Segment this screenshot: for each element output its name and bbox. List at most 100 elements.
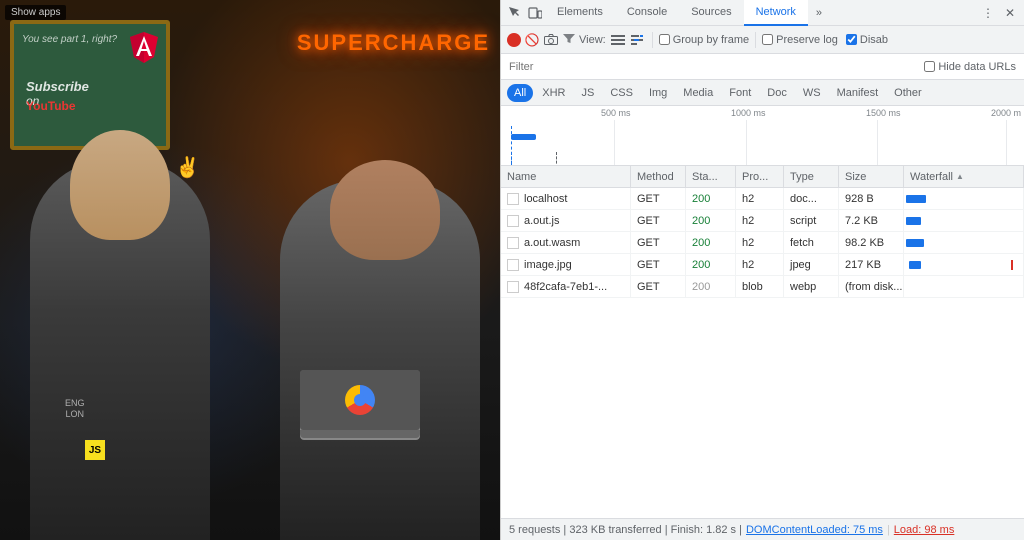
td-proto-0: h2: [736, 188, 784, 209]
type-filter-xhr[interactable]: XHR: [535, 84, 572, 102]
hide-data-urls-checkbox[interactable]: [924, 61, 935, 72]
tick-1500ms: 1500 ms: [866, 108, 901, 118]
row-checkbox-4[interactable]: [507, 281, 519, 293]
th-status[interactable]: Sta...: [686, 166, 736, 187]
table-row[interactable]: localhost GET 200 h2 doc... 928 B: [501, 188, 1024, 210]
tab-sources[interactable]: Sources: [679, 0, 743, 26]
row-checkbox-0[interactable]: [507, 193, 519, 205]
waterfall-bar-0: [906, 195, 926, 203]
close-devtools-icon[interactable]: ✕: [1000, 3, 1020, 23]
td-size-1: 7.2 KB: [839, 210, 904, 231]
td-name-1: a.out.js: [501, 210, 631, 231]
show-apps-badge[interactable]: Show apps: [5, 5, 66, 20]
table-row[interactable]: 48f2cafa-7eb1-... GET 200 blob webp (fro…: [501, 276, 1024, 298]
status-bar: 5 requests | 323 KB transferred | Finish…: [501, 518, 1024, 540]
td-method-3: GET: [631, 254, 686, 275]
list-view-button[interactable]: [610, 32, 626, 48]
group-by-frame-checkbox[interactable]: Group by frame: [659, 34, 749, 46]
td-type-3: jpeg: [784, 254, 839, 275]
th-size[interactable]: Size: [839, 166, 904, 187]
type-filter-ws[interactable]: WS: [796, 84, 828, 102]
td-status-4: 200: [686, 276, 736, 297]
row-checkbox-1[interactable]: [507, 215, 519, 227]
chalk-small-text: You see part 1, right?: [22, 34, 117, 45]
youtube-text: YouTube: [26, 99, 76, 113]
more-options-icon[interactable]: ⋮: [978, 3, 998, 23]
person-right-head: [330, 160, 440, 260]
video-content: Show apps You see part 1, right? Subscri…: [0, 0, 500, 540]
td-waterfall-3: [904, 254, 1024, 275]
dom-content-loaded-link[interactable]: DOMContentLoaded: 75 ms: [746, 524, 883, 536]
type-filter-doc[interactable]: Doc: [760, 84, 794, 102]
load-time-link[interactable]: Load: 98 ms: [894, 524, 955, 536]
type-filter-other[interactable]: Other: [887, 84, 929, 102]
waterfall-view-button[interactable]: [630, 32, 646, 48]
device-toggle-icon[interactable]: [525, 3, 545, 23]
filter-bar: Hide data URLs: [501, 54, 1024, 80]
screenshot-button[interactable]: [543, 34, 559, 46]
type-filter-media[interactable]: Media: [676, 84, 720, 102]
td-method-2: GET: [631, 232, 686, 253]
td-type-0: doc...: [784, 188, 839, 209]
type-filter-css[interactable]: CSS: [603, 84, 640, 102]
tick-2000ms: 2000 m: [991, 108, 1021, 118]
type-filter-js[interactable]: JS: [574, 84, 601, 102]
chrome-logo: [345, 385, 375, 415]
td-size-0: 928 B: [839, 188, 904, 209]
preserve-log-input[interactable]: [762, 34, 773, 45]
inspect-icon[interactable]: [505, 3, 525, 23]
video-panel: Show apps You see part 1, right? Subscri…: [0, 0, 500, 540]
timeline-bar-1: [511, 134, 536, 140]
table-row[interactable]: image.jpg GET 200 h2 jpeg 217 KB: [501, 254, 1024, 276]
table-row[interactable]: a.out.wasm GET 200 h2 fetch 98.2 KB: [501, 232, 1024, 254]
td-size-3: 217 KB: [839, 254, 904, 275]
th-proto[interactable]: Pro...: [736, 166, 784, 187]
table-row[interactable]: a.out.js GET 200 h2 script 7.2 KB: [501, 210, 1024, 232]
record-button[interactable]: [507, 33, 521, 47]
type-filter-img[interactable]: Img: [642, 84, 674, 102]
row-checkbox-3[interactable]: [507, 259, 519, 271]
disable-cache-input[interactable]: [846, 34, 857, 45]
tab-console[interactable]: Console: [615, 0, 679, 26]
timeline-dashed-1: [511, 152, 512, 166]
type-filter-all[interactable]: All: [507, 84, 533, 102]
person-left: ✌ JS ENGLON: [30, 160, 210, 540]
devtools-panel: Elements Console Sources Network » ⋮ ✕ 🚫: [500, 0, 1024, 540]
td-status-0: 200: [686, 188, 736, 209]
neon-sign: SUPERCHARGE: [297, 30, 490, 56]
td-proto-4: blob: [736, 276, 784, 297]
tab-network[interactable]: Network: [744, 0, 808, 26]
sort-arrow: ▲: [956, 172, 964, 181]
row-checkbox-2[interactable]: [507, 237, 519, 249]
filter-input[interactable]: [501, 54, 924, 79]
toolbar-divider-2: [755, 32, 756, 48]
filter-icon[interactable]: [563, 33, 575, 47]
th-type[interactable]: Type: [784, 166, 839, 187]
td-waterfall-4: [904, 276, 1024, 297]
td-status-2: 200: [686, 232, 736, 253]
th-name[interactable]: Name: [501, 166, 631, 187]
network-toolbar: 🚫 View:: [501, 26, 1024, 54]
td-waterfall-0: [904, 188, 1024, 209]
td-waterfall-1: [904, 210, 1024, 231]
disable-cache-checkbox[interactable]: Disab: [846, 34, 888, 46]
th-waterfall[interactable]: Waterfall ▲: [904, 166, 1024, 187]
td-name-0: localhost: [501, 188, 631, 209]
td-status-1: 200: [686, 210, 736, 231]
type-filter-font[interactable]: Font: [722, 84, 758, 102]
td-type-2: fetch: [784, 232, 839, 253]
group-by-frame-input[interactable]: [659, 34, 670, 45]
td-method-4: GET: [631, 276, 686, 297]
td-proto-3: h2: [736, 254, 784, 275]
tab-elements[interactable]: Elements: [545, 0, 615, 26]
table-header: Name Method Sta... Pro... Type Size Wate…: [501, 166, 1024, 188]
waterfall-marker-3: [1011, 260, 1013, 270]
more-tabs-button[interactable]: »: [808, 0, 830, 26]
th-method[interactable]: Method: [631, 166, 686, 187]
type-filter-manifest[interactable]: Manifest: [830, 84, 886, 102]
status-separator: |: [887, 524, 890, 536]
hide-data-urls-label[interactable]: Hide data URLs: [924, 61, 1024, 73]
preserve-log-checkbox[interactable]: Preserve log: [762, 34, 838, 46]
td-method-1: GET: [631, 210, 686, 231]
clear-button[interactable]: 🚫: [525, 33, 539, 47]
